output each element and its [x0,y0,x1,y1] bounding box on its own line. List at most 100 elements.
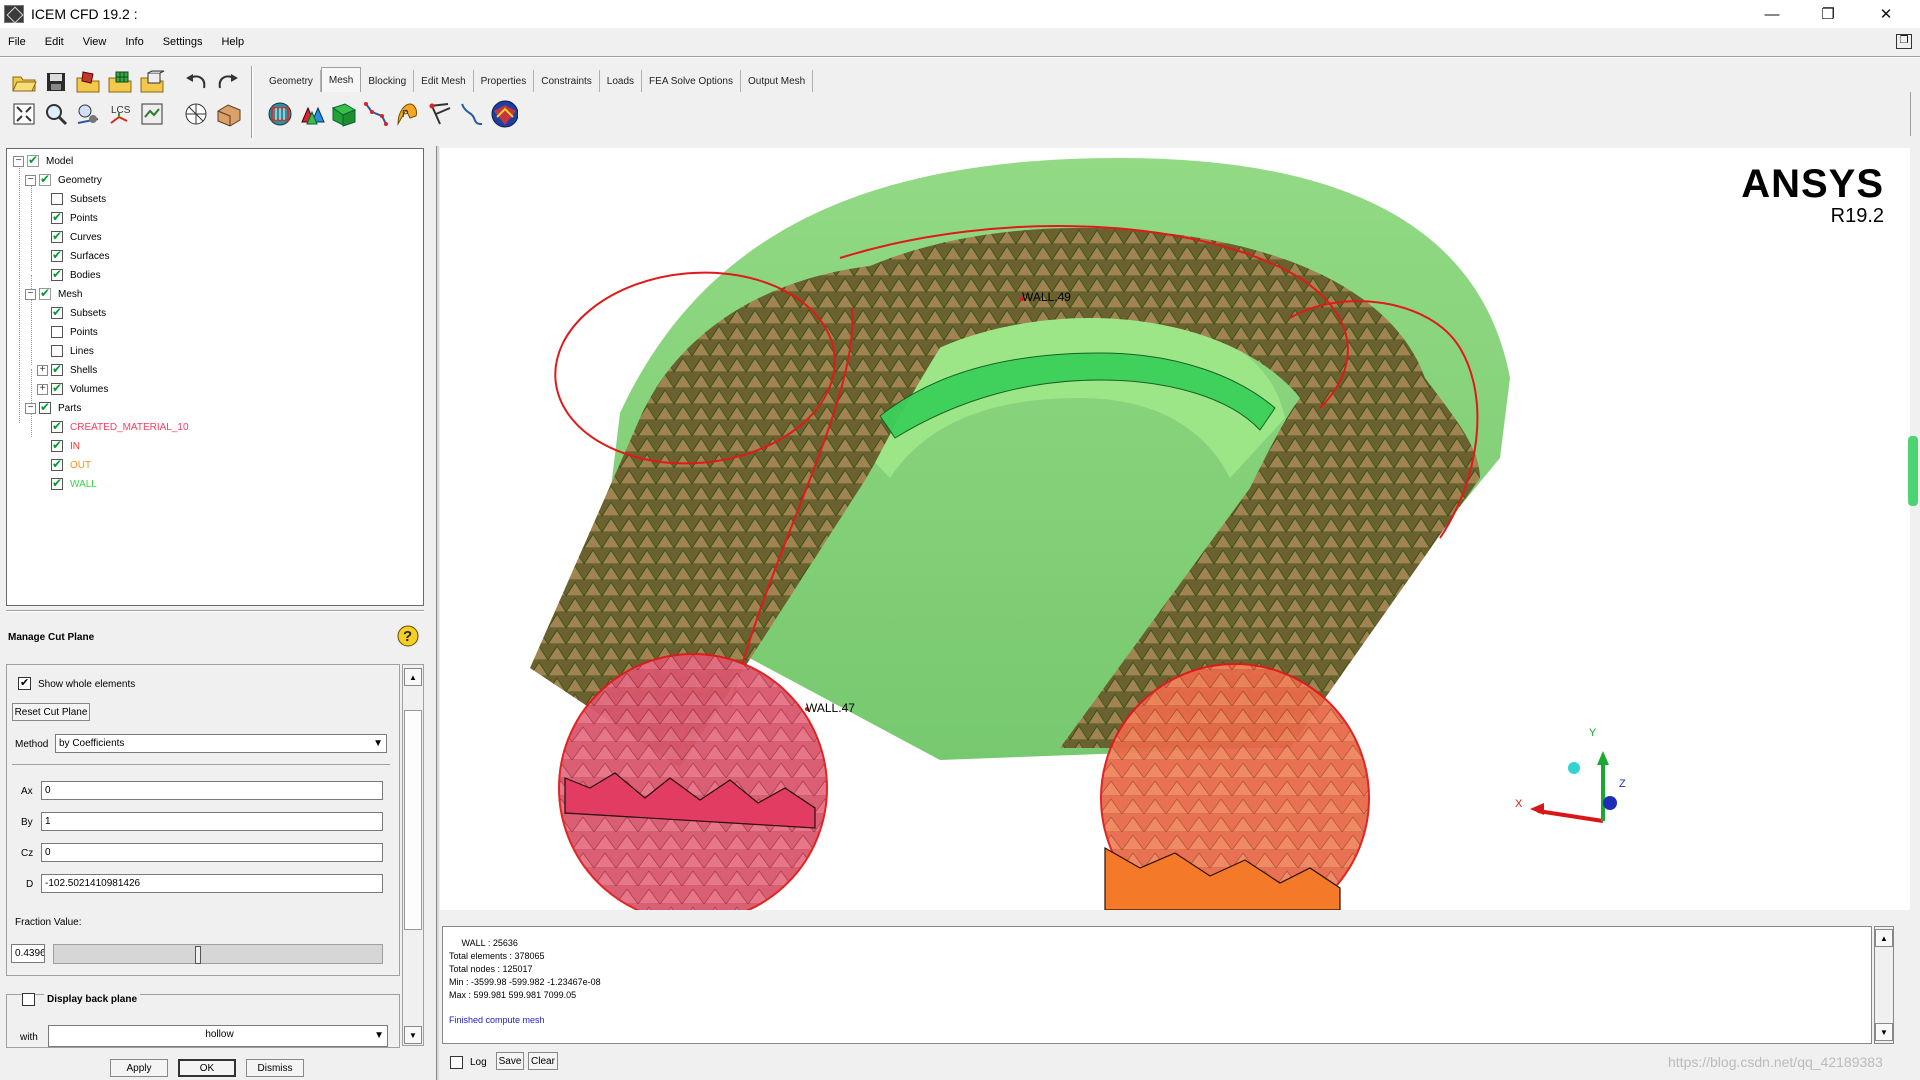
tree-checkbox[interactable] [51,381,63,395]
reset-cut-plane-button[interactable]: Reset Cut Plane [12,703,90,721]
collapse-icon[interactable]: − [25,288,36,300]
menu-help[interactable]: Help [221,36,244,48]
tree-item-model[interactable]: − Model [13,152,73,170]
tree-checkbox[interactable] [39,172,51,186]
tab-mesh[interactable]: Mesh [320,67,362,92]
menu-file[interactable]: File [8,36,26,48]
tree-checkbox[interactable] [51,248,63,262]
tree-item-part-in[interactable]: IN [51,437,80,455]
cz-field[interactable]: 0 [41,843,383,862]
tab-blocking[interactable]: Blocking [361,70,415,92]
tab-properties[interactable]: Properties [474,70,535,92]
display-back-plane-checkbox[interactable] [22,993,35,1006]
d-field[interactable]: -102.5021410981426 [41,874,383,893]
display-options-icon[interactable] [138,100,166,128]
tree-checkbox[interactable] [51,457,63,471]
tree-checkbox[interactable] [51,419,63,433]
minimize-button[interactable]: — [1746,0,1798,28]
collapse-icon[interactable]: − [13,155,24,167]
fraction-value-field[interactable]: 0.4396 [11,944,45,963]
tree-checkbox[interactable] [51,438,63,452]
create-mesh-density-icon[interactable]: P [394,100,422,128]
global-mesh-setup-icon[interactable] [266,100,294,128]
splitter[interactable] [436,146,439,1080]
part-mesh-setup-icon[interactable] [298,100,326,128]
tree-item-geometry-bodies[interactable]: Bodies [51,266,101,284]
tree-item-mesh-subsets[interactable]: Subsets [51,304,106,322]
menu-view[interactable]: View [83,36,107,48]
message-scrollbar[interactable]: ▲ ▼ [1874,926,1894,1044]
measure-distance-icon[interactable] [74,100,102,128]
redo-icon[interactable] [214,68,242,96]
tree-checkbox[interactable] [51,326,63,338]
tree-item-geometry-subsets[interactable]: Subsets [51,190,106,208]
scroll-down-icon[interactable]: ▼ [1875,1023,1893,1041]
tree-item-part-created-material[interactable]: CREATED_MATERIAL_10 [51,418,189,436]
viewport-scroll-indicator[interactable] [1908,436,1918,506]
tree-item-parts[interactable]: − Parts [25,399,81,417]
graphics-viewport[interactable]: WALL.49 WALL.47 X Y Z ANSYS R19.2 [440,148,1910,910]
open-blocking-icon[interactable] [138,68,166,96]
wireframe-icon[interactable] [182,100,210,128]
expand-icon[interactable]: + [37,383,48,395]
tree-checkbox[interactable] [39,286,51,300]
tab-fea-solve-options[interactable]: FEA Solve Options [642,70,741,92]
tree-checkbox[interactable] [51,210,63,224]
compute-mesh-icon[interactable] [490,100,518,128]
collapse-icon[interactable]: − [25,174,36,186]
dismiss-button[interactable]: Dismiss [246,1059,304,1077]
tree-item-geometry-curves[interactable]: Curves [51,228,102,246]
chevron-down-icon[interactable]: ▼ [373,735,383,752]
scroll-down-icon[interactable]: ▼ [404,1026,422,1044]
tree-checkbox[interactable] [51,476,63,490]
tree-checkbox[interactable] [51,362,63,376]
tree-checkbox[interactable] [39,400,51,414]
define-connectors-icon[interactable] [426,100,454,128]
show-whole-elements-checkbox[interactable] [18,676,31,690]
surface-mesh-setup-icon[interactable] [330,100,358,128]
tree-checkbox[interactable] [51,267,63,281]
tree-item-mesh-lines[interactable]: Lines [51,342,94,360]
fit-window-icon[interactable] [10,100,38,128]
tree-item-part-wall[interactable]: WALL [51,475,97,493]
tree-item-mesh-volumes[interactable]: + Volumes [37,380,108,398]
scroll-up-icon[interactable]: ▲ [404,668,422,686]
chevron-down-icon[interactable]: ▼ [374,1027,384,1044]
tree-item-mesh[interactable]: − Mesh [25,285,82,303]
open-folder-icon[interactable] [10,68,38,96]
undo-icon[interactable] [182,68,210,96]
tab-output-mesh[interactable]: Output Mesh [741,70,814,92]
tree-checkbox[interactable] [51,193,63,205]
expand-icon[interactable]: + [37,364,48,376]
log-checkbox[interactable] [450,1056,463,1069]
by-field[interactable]: 1 [41,812,383,831]
method-select[interactable]: by Coefficients ▼ [55,734,387,753]
scroll-up-icon[interactable]: ▲ [1875,929,1893,947]
close-button[interactable]: ✕ [1860,0,1912,28]
clear-log-button[interactable]: Clear [528,1052,558,1070]
collapse-icon[interactable]: − [25,402,36,414]
save-log-button[interactable]: Save [496,1052,524,1070]
help-icon[interactable]: ? [396,624,420,648]
tab-edit-mesh[interactable]: Edit Mesh [414,70,474,92]
with-select[interactable]: hollow ▼ [48,1025,388,1047]
solid-shading-icon[interactable] [214,100,242,128]
message-window[interactable]: WALL : 25636 Total elements : 378065 Tot… [442,926,1872,1044]
open-geometry-icon[interactable] [74,68,102,96]
tree-item-mesh-points[interactable]: Points [51,323,98,341]
curve-mesh-setup-icon[interactable] [362,100,390,128]
tree-checkbox[interactable] [51,229,63,243]
maximize-button[interactable]: ❐ [1802,0,1854,28]
apply-button[interactable]: Apply [110,1059,168,1077]
form-scroll-thumb[interactable] [404,710,422,930]
tab-loads[interactable]: Loads [600,70,643,92]
tab-geometry[interactable]: Geometry [262,70,321,92]
tree-item-mesh-shells[interactable]: + Shells [37,361,97,379]
save-icon[interactable] [42,68,70,96]
menu-info[interactable]: Info [125,36,143,48]
fraction-slider[interactable] [53,944,383,964]
ax-field[interactable]: 0 [41,781,383,800]
tree-item-geometry[interactable]: − Geometry [25,171,102,189]
mesh-curve-icon[interactable] [458,100,486,128]
restore-window-icon[interactable]: ❐ [1896,34,1912,49]
